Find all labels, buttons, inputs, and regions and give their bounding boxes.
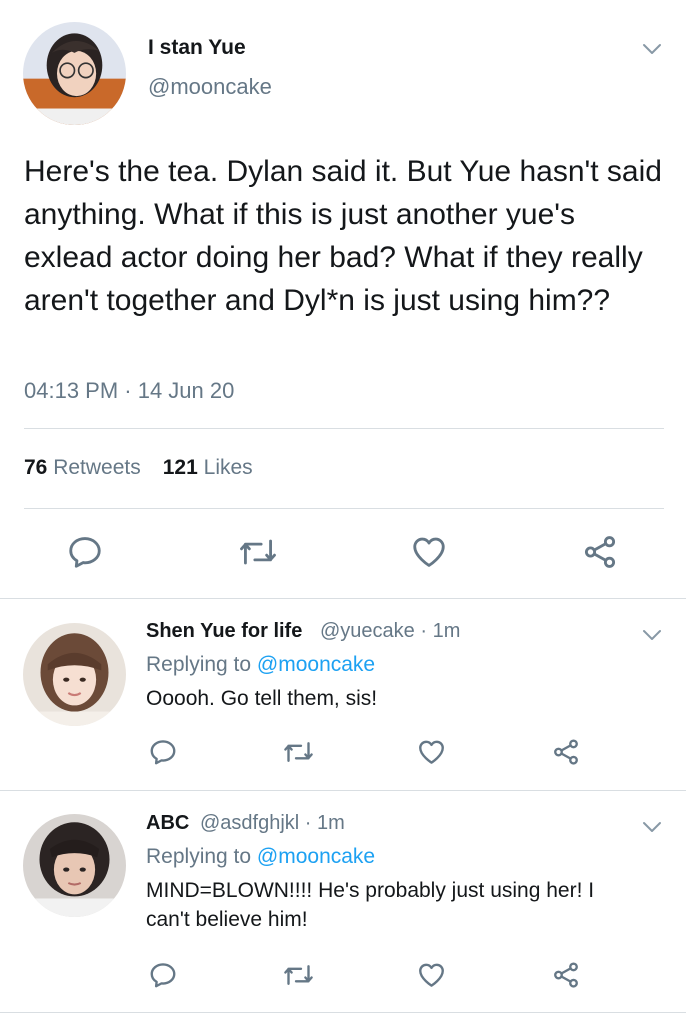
reply-icon[interactable] [66,533,104,571]
replying-to-link[interactable]: @mooncake [257,653,375,676]
heart-icon[interactable] [416,960,447,990]
reply-display-name[interactable]: Shen Yue for life [146,620,302,643]
replying-to-link[interactable]: @mooncake [257,845,375,868]
reply-display-name[interactable]: ABC [146,812,189,835]
chevron-down-icon[interactable] [640,37,664,61]
divider [0,1012,686,1013]
tweet-timestamp[interactable]: 04:13 PM · 14 Jun 20 [24,378,234,404]
reply-text: Ooooh. Go tell them, sis! [146,687,378,710]
replying-to: Replying to @mooncake [146,653,375,677]
avatar-mooncake[interactable] [23,22,126,125]
tweet-text: Here's the tea. Dylan said it. But Yue h… [24,155,662,317]
divider [0,790,686,791]
reply-handle[interactable]: @asdfghjkl · 1m [200,812,345,835]
likes-stat[interactable]: 121 Likes [163,456,253,479]
retweets-stat[interactable]: 76 Retweets [24,456,141,479]
share-icon[interactable] [551,960,581,990]
reply-icon[interactable] [148,737,178,767]
reply-handle[interactable]: @yuecake · 1m [320,620,460,643]
tweet-stats: 76 Retweets 121 Likes [24,456,253,480]
chevron-down-icon[interactable] [640,815,664,839]
retweet-icon[interactable] [236,533,280,571]
avatar-asdfghjkl[interactable] [23,814,126,917]
heart-icon[interactable] [409,533,449,571]
divider [24,428,664,429]
share-icon[interactable] [581,533,619,571]
chevron-down-icon[interactable] [640,623,664,647]
likes-count: 121 [162,456,198,479]
reply-text: MIND=BLOWN!!!! He's probably just using … [146,879,595,931]
retweet-icon[interactable] [281,737,316,767]
avatar-yuecake[interactable] [23,623,126,726]
retweet-icon[interactable] [281,960,316,990]
likes-label: Likes [203,456,253,479]
tweet-display-name[interactable]: I stan Yue [148,36,246,60]
replying-prefix: Replying to [146,845,257,868]
retweets-count: 76 [24,456,48,479]
tweet-handle[interactable]: @mooncake [148,74,272,100]
share-icon[interactable] [551,737,581,767]
replying-prefix: Replying to [146,653,257,676]
divider [24,508,664,509]
heart-icon[interactable] [416,737,447,767]
replying-to: Replying to @mooncake [146,845,375,869]
reply-icon[interactable] [148,960,178,990]
divider [0,598,686,599]
retweets-label: Retweets [53,456,141,479]
